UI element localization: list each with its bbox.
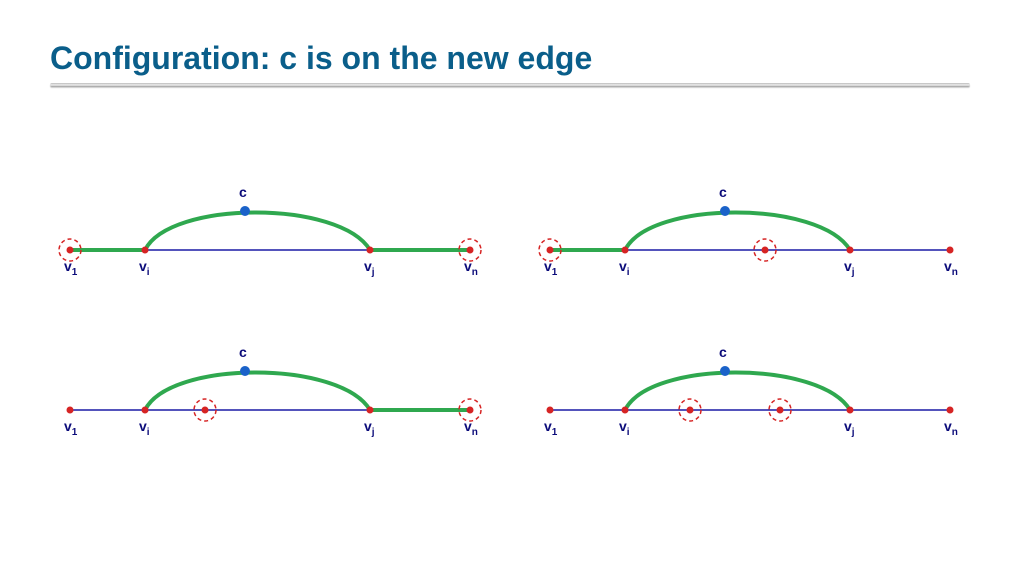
- vi-label: vi: [139, 418, 150, 438]
- vi-label: vi: [619, 418, 630, 438]
- panel-top-left: c v1 vi vj vn: [50, 170, 500, 290]
- v1-label: v1: [64, 418, 77, 438]
- vn-label: vn: [464, 418, 478, 438]
- panel-bottom-left: c v1 vi vj vn: [50, 330, 500, 450]
- vn-label: vn: [944, 258, 958, 278]
- title-rule: [50, 83, 970, 87]
- vi-label: vi: [619, 258, 630, 278]
- vn-label: vn: [464, 258, 478, 278]
- c-label: c: [719, 344, 727, 360]
- c-label: c: [239, 184, 247, 200]
- panel-grid: c v1 vi vj vn c v1 v: [50, 170, 980, 450]
- v1-label: v1: [64, 258, 77, 278]
- v1-label: v1: [544, 258, 557, 278]
- vi-label: vi: [139, 258, 150, 278]
- slide: Configuration: c is on the new edge: [0, 0, 1024, 576]
- diagram-svg: [530, 330, 980, 450]
- c-label: c: [239, 344, 247, 360]
- vj-label: vj: [844, 258, 855, 278]
- panel-top-right: c v1 vi vj vn: [530, 170, 980, 290]
- diagram-svg: [50, 330, 500, 450]
- vn-label: vn: [944, 418, 958, 438]
- v1-label: v1: [544, 418, 557, 438]
- diagram-svg: [50, 170, 500, 290]
- diagram-svg: [530, 170, 980, 290]
- panel-bottom-right: c v1 vi vj vn: [530, 330, 980, 450]
- vj-label: vj: [364, 258, 375, 278]
- vj-label: vj: [844, 418, 855, 438]
- slide-title: Configuration: c is on the new edge: [50, 40, 974, 77]
- vj-label: vj: [364, 418, 375, 438]
- c-label: c: [719, 184, 727, 200]
